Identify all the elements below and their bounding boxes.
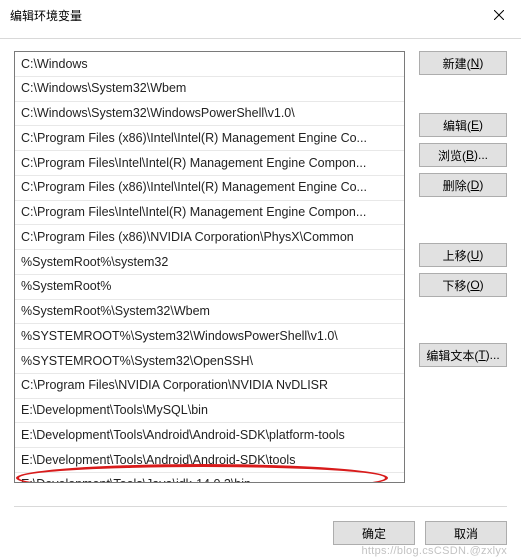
list-item[interactable]: C:\Program Files\NVIDIA Corporation\NVID…: [15, 374, 404, 399]
list-item[interactable]: C:\Program Files (x86)\NVIDIA Corporatio…: [15, 225, 404, 250]
titlebar: 编辑环境变量: [0, 0, 521, 30]
move-down-button[interactable]: 下移(O): [419, 273, 507, 297]
edit-button[interactable]: 编辑(E): [419, 113, 507, 137]
list-item[interactable]: C:\Windows: [15, 52, 404, 77]
list-item[interactable]: %SystemRoot%\system32: [15, 250, 404, 275]
list-item[interactable]: C:\Program Files\Intel\Intel(R) Manageme…: [15, 151, 404, 176]
list-item[interactable]: E:\Development\Tools\MySQL\bin: [15, 399, 404, 424]
side-buttons: 新建(N) 编辑(E) 浏览(B)... 删除(D) 上移(U) 下移(O) 编…: [419, 51, 507, 483]
window-title: 编辑环境变量: [10, 7, 82, 24]
list-item[interactable]: C:\Windows\System32\WindowsPowerShell\v1…: [15, 102, 404, 127]
list-item[interactable]: E:\Development\Tools\Java\jdk-14.0.2\bin: [15, 473, 404, 483]
new-button[interactable]: 新建(N): [419, 51, 507, 75]
cancel-button[interactable]: 取消: [425, 521, 507, 545]
delete-button[interactable]: 删除(D): [419, 173, 507, 197]
divider: [14, 506, 507, 507]
list-item[interactable]: C:\Program Files\Intel\Intel(R) Manageme…: [15, 201, 404, 226]
list-item[interactable]: %SystemRoot%\System32\Wbem: [15, 300, 404, 325]
list-item[interactable]: C:\Program Files (x86)\Intel\Intel(R) Ma…: [15, 176, 404, 201]
list-item[interactable]: E:\Development\Tools\Android\Android-SDK…: [15, 423, 404, 448]
bottom-buttons: 确定 取消: [333, 521, 507, 545]
browse-button[interactable]: 浏览(B)...: [419, 143, 507, 167]
close-icon: [494, 10, 504, 20]
dialog-content: C:\WindowsC:\Windows\System32\WbemC:\Win…: [0, 38, 521, 559]
list-item[interactable]: C:\Program Files (x86)\Intel\Intel(R) Ma…: [15, 126, 404, 151]
list-item[interactable]: %SYSTEMROOT%\System32\WindowsPowerShell\…: [15, 324, 404, 349]
list-item[interactable]: %SYSTEMROOT%\System32\OpenSSH\: [15, 349, 404, 374]
watermark: https://blog.csCSDN.@zxlyx: [361, 545, 507, 557]
ok-button[interactable]: 确定: [333, 521, 415, 545]
move-up-button[interactable]: 上移(U): [419, 243, 507, 267]
list-item[interactable]: E:\Development\Tools\Android\Android-SDK…: [15, 448, 404, 473]
path-listbox[interactable]: C:\WindowsC:\Windows\System32\WbemC:\Win…: [14, 51, 405, 483]
edit-text-button[interactable]: 编辑文本(T)...: [419, 343, 507, 367]
list-item[interactable]: %SystemRoot%: [15, 275, 404, 300]
list-item[interactable]: C:\Windows\System32\Wbem: [15, 77, 404, 102]
main-row: C:\WindowsC:\Windows\System32\WbemC:\Win…: [14, 51, 507, 483]
close-button[interactable]: [485, 5, 513, 25]
